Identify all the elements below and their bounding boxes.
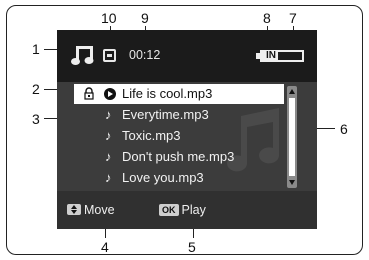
play-icon (104, 88, 116, 100)
track-title: Love you.mp3 (122, 170, 204, 185)
move-label: Move (84, 203, 115, 217)
lock-icon (84, 86, 94, 106)
callout-2: 2 (32, 81, 40, 97)
scroll-down-arrow-icon[interactable] (289, 180, 295, 185)
battery-icon: IN (256, 50, 304, 62)
elapsed-time: 00:12 (129, 48, 161, 62)
list-item[interactable]: Life is cool.mp3 (74, 84, 284, 104)
music-player-screen: 00:12 IN Life is cool.mp3 ♪ Everytime.mp… (57, 30, 317, 229)
status-bar: 00:12 IN (57, 30, 317, 82)
list-item[interactable]: ♪ Love you.mp3 (74, 168, 284, 188)
callout-10: 10 (101, 10, 117, 26)
track-title: Everytime.mp3 (122, 107, 209, 122)
callout-1: 1 (32, 41, 40, 57)
callout-8: 8 (263, 10, 271, 26)
ok-key-icon: OK (159, 204, 179, 216)
callout-4: 4 (101, 239, 109, 255)
list-item[interactable]: ♪ Toxic.mp3 (74, 126, 284, 146)
move-hint: Move (67, 203, 115, 217)
scrollbar[interactable] (287, 86, 297, 188)
battery-label: IN (266, 50, 276, 61)
callout-5: 5 (188, 239, 196, 255)
callout-7: 7 (289, 10, 297, 26)
note-icon: ♪ (105, 170, 112, 185)
track-title: Toxic.mp3 (122, 128, 181, 143)
battery-level (278, 52, 302, 60)
play-hint: OK Play (159, 203, 206, 217)
bottom-hint-bar: Move OK Play (57, 191, 317, 229)
note-icon: ♪ (105, 149, 112, 164)
note-icon: ♪ (105, 107, 112, 122)
callout-9: 9 (141, 10, 149, 26)
track-title: Don't push me.mp3 (122, 149, 235, 164)
note-icon: ♪ (105, 128, 112, 143)
up-down-key-icon (67, 204, 81, 215)
playback-mode-icon (103, 49, 116, 62)
callout-6: 6 (340, 121, 348, 137)
track-title: Life is cool.mp3 (122, 86, 213, 101)
scroll-up-arrow-icon[interactable] (289, 89, 295, 94)
list-item[interactable]: ♪ Everytime.mp3 (74, 105, 284, 125)
battery-body: IN (260, 50, 304, 62)
callout-3: 3 (32, 111, 40, 127)
music-note-icon (71, 44, 97, 71)
scroll-thumb[interactable] (289, 98, 295, 176)
list-item[interactable]: ♪ Don't push me.mp3 (74, 147, 284, 167)
play-label: Play (181, 203, 206, 217)
